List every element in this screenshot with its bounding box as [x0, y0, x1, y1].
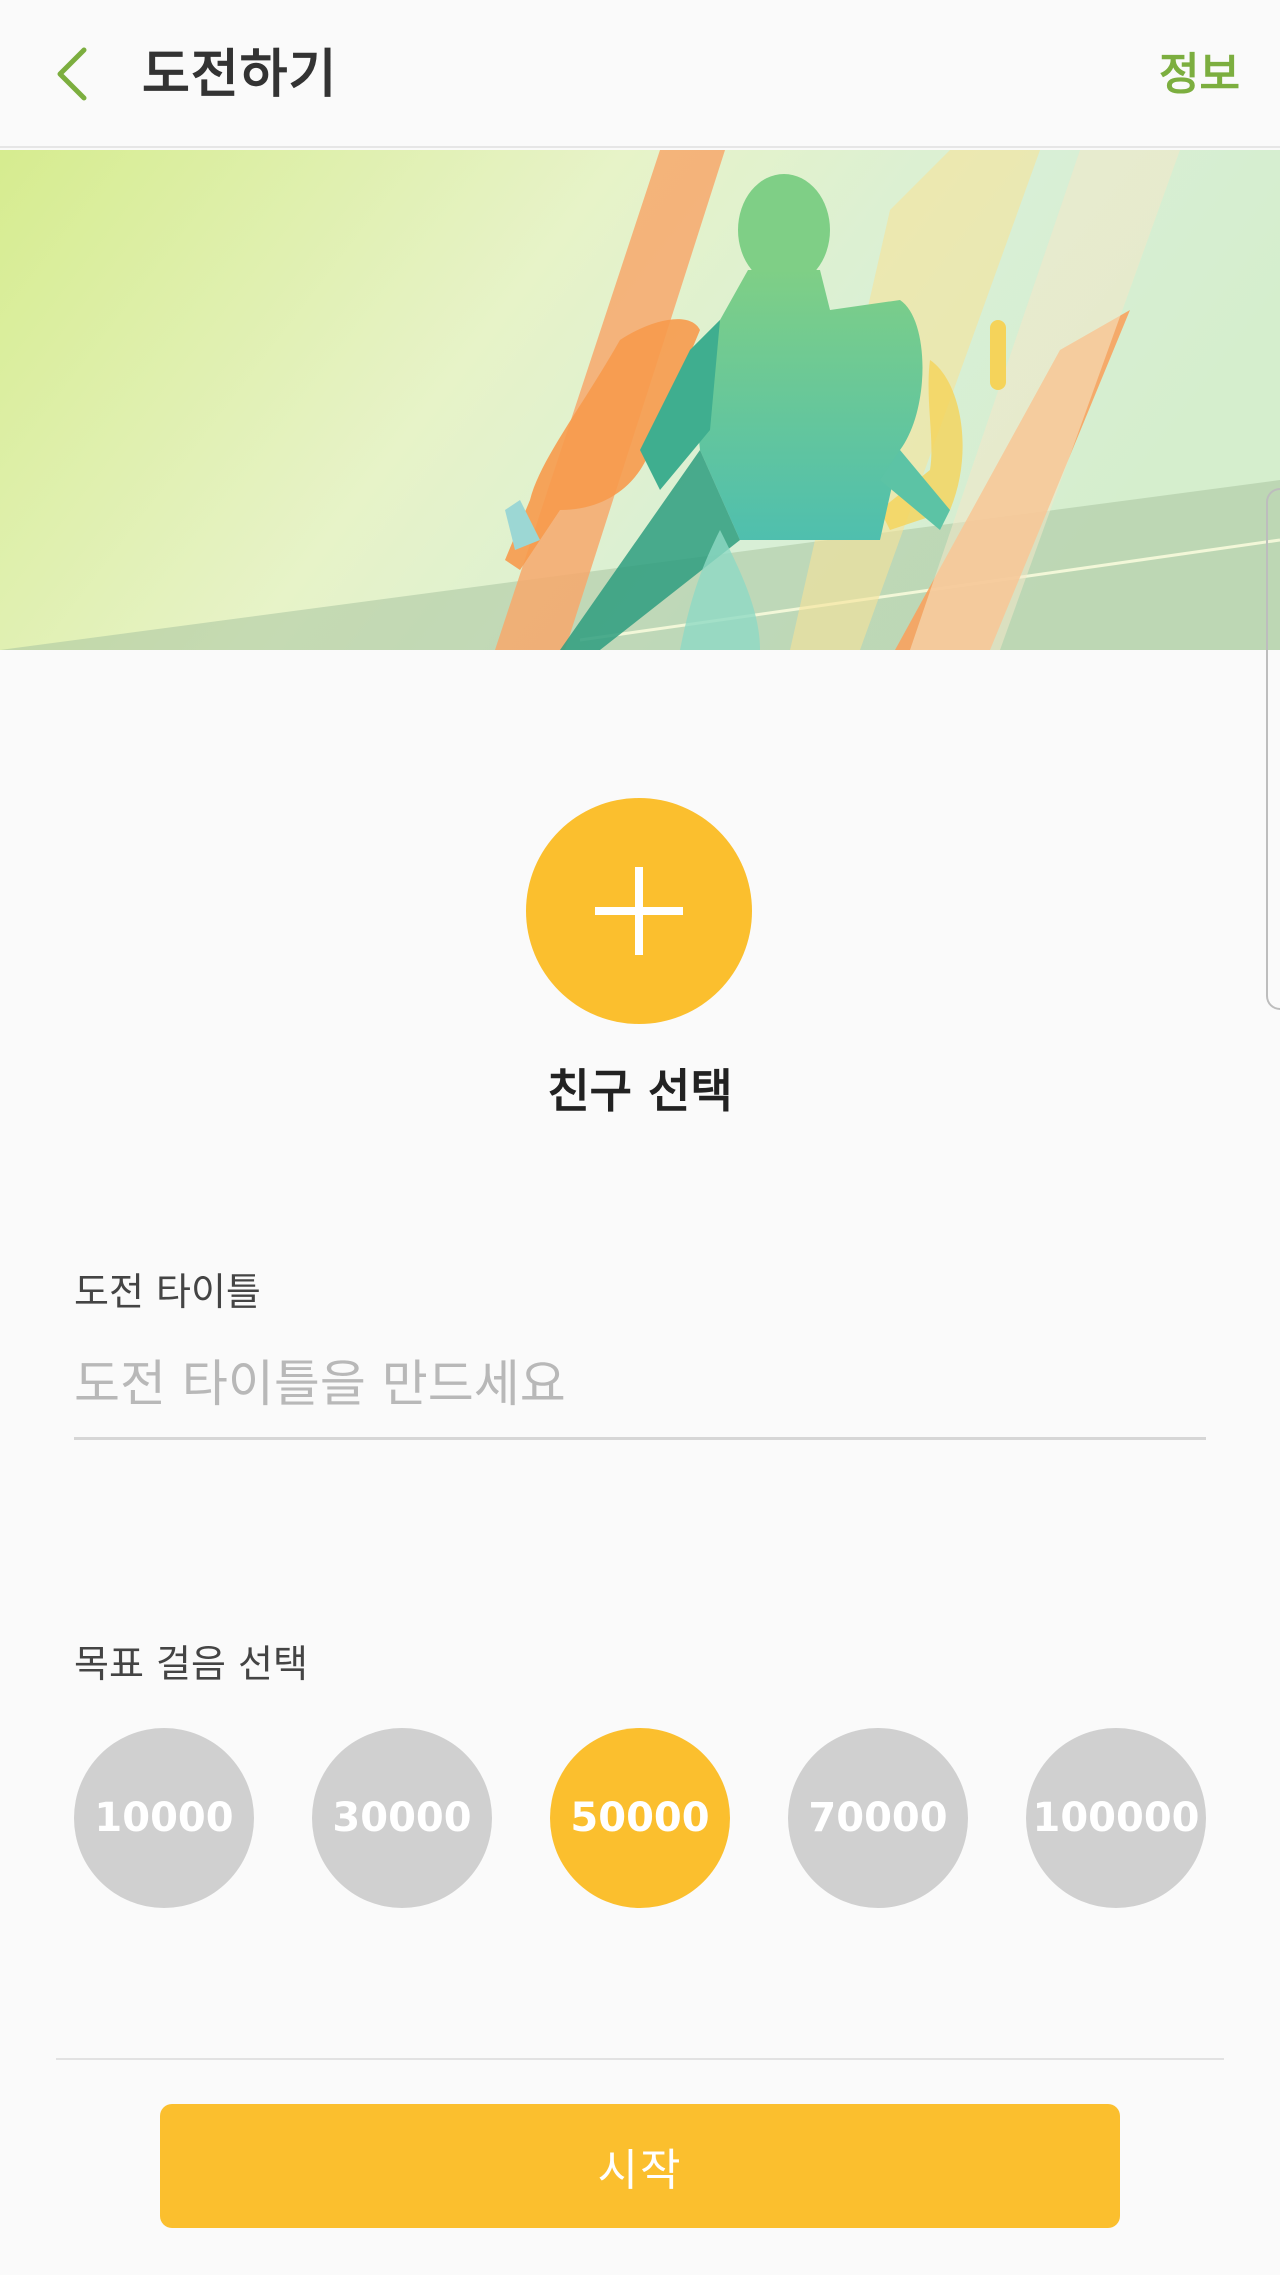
page-title: 도전하기: [142, 45, 338, 105]
goal-option-100000[interactable]: 100000: [1026, 1728, 1206, 1908]
chevron-left-icon: [57, 47, 87, 101]
goal-steps-options: 10000 30000 50000 70000 100000: [74, 1728, 1206, 1908]
goal-option-50000[interactable]: 50000: [550, 1728, 730, 1908]
bottom-divider: [56, 2058, 1224, 2060]
goal-option-10000[interactable]: 10000: [74, 1728, 254, 1908]
challenge-title-input[interactable]: [74, 1330, 1206, 1440]
goal-steps-label: 목표 걸음 선택: [74, 1642, 308, 1686]
challenge-title-label: 도전 타이틀: [74, 1270, 261, 1314]
back-button[interactable]: [40, 36, 104, 112]
friend-select-label: 친구 선택: [547, 1064, 733, 1118]
add-friend-button[interactable]: [526, 798, 752, 1024]
goal-option-70000[interactable]: 70000: [788, 1728, 968, 1908]
goal-option-30000[interactable]: 30000: [312, 1728, 492, 1908]
runner-illustration: [0, 150, 1280, 650]
app-header: 도전하기 정보: [0, 0, 1280, 148]
edge-panel-handle[interactable]: [1266, 488, 1280, 1010]
info-button[interactable]: 정보: [1159, 44, 1240, 106]
plus-icon: [595, 867, 683, 955]
start-button[interactable]: 시작: [160, 2104, 1120, 2228]
